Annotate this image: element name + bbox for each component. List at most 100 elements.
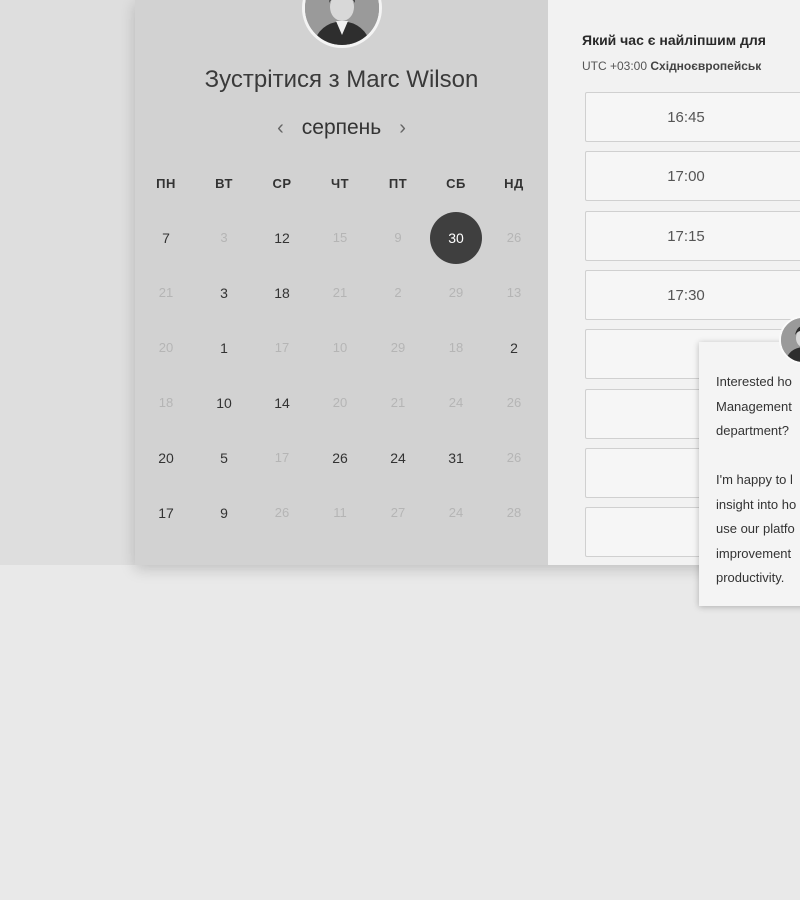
day-number: 21 — [158, 284, 174, 300]
available-day[interactable]: 7 — [137, 212, 195, 264]
unavailable-day: 9 — [369, 212, 427, 264]
time-question: Який час є найліпшим для — [582, 32, 766, 48]
available-day[interactable]: 24 — [369, 432, 427, 484]
day-number: 17 — [274, 449, 290, 465]
day-number: 29 — [448, 284, 464, 300]
timezone-name: Східноєвропейськ — [650, 59, 762, 73]
time-slot-label: 17:00 — [667, 168, 705, 186]
weekday-label: СР — [272, 176, 292, 191]
day-number: 26 — [506, 449, 522, 465]
meeting-title: Зустрітися з Marc Wilson — [204, 66, 479, 93]
day-number: 11 — [333, 504, 347, 520]
day-number: 14 — [274, 394, 290, 411]
chat-line: Management — [716, 398, 792, 414]
day-number: 17 — [274, 339, 290, 355]
day-number: 31 — [448, 449, 464, 466]
time-slot-button[interactable]: 17:15 — [585, 210, 800, 261]
unavailable-day: 20 — [311, 377, 369, 429]
weekday-header: ПН ВТ СР ЧТ ПТ СБ НД — [137, 158, 543, 210]
weekday-label: НД — [504, 176, 524, 191]
chat-line: Interested ho — [716, 374, 792, 389]
chevron-left-icon[interactable]: ‹ — [277, 116, 284, 140]
day-number: 21 — [390, 394, 406, 410]
day-number: 18 — [158, 394, 174, 410]
available-day[interactable]: 5 — [195, 432, 253, 484]
time-slot-button[interactable]: 16:45 — [585, 92, 800, 142]
available-day[interactable]: 20 — [137, 432, 195, 484]
available-day[interactable]: 9 — [195, 487, 253, 539]
unavailable-day: 11 — [311, 487, 369, 539]
current-month: серпень — [301, 116, 382, 139]
available-day[interactable]: 31 — [427, 432, 485, 484]
unavailable-day: 10 — [311, 322, 369, 374]
unavailable-day: 17 — [253, 432, 311, 484]
calendar-week: 20 1 17 10 29 18 2 — [137, 320, 543, 375]
day-number: 20 — [332, 394, 348, 410]
selected-day[interactable]: 30 — [427, 211, 485, 264]
day-number: 7 — [162, 229, 170, 246]
unavailable-day: 17 — [253, 322, 311, 374]
chat-line: productivity. — [716, 570, 785, 585]
calendar-week: 7 3 12 15 9 30 26 — [137, 210, 543, 265]
weekday-label: ПТ — [388, 176, 408, 191]
time-slot-label: 17:30 — [667, 286, 705, 304]
day-number: 10 — [332, 339, 348, 355]
day-number: 9 — [394, 229, 402, 245]
calendar-grid: ПН ВТ СР ЧТ ПТ СБ НД 7 3 12 15 9 30 26 21 3 18 21 2… — [137, 158, 543, 540]
day-number: 24 — [448, 394, 464, 410]
available-day[interactable]: 17 — [137, 487, 195, 539]
unavailable-day: 26 — [485, 377, 543, 429]
available-day[interactable]: 2 — [485, 322, 543, 374]
unavailable-day: 3 — [195, 212, 253, 264]
timezone-offset: UTC +03:00 — [582, 59, 648, 73]
available-day[interactable]: 26 — [311, 432, 369, 484]
chat-line: department? — [716, 423, 789, 438]
day-number: 15 — [332, 229, 348, 245]
time-slot-label: 16:45 — [667, 109, 705, 126]
day-number: 17 — [158, 504, 174, 521]
available-day[interactable]: 18 — [253, 267, 311, 319]
unavailable-day: 21 — [311, 267, 369, 319]
chat-line: I'm happy to l — [716, 472, 793, 487]
chat-message: Interested ho Management department? I'm… — [716, 370, 800, 591]
chevron-right-icon[interactable]: › — [399, 116, 406, 140]
unavailable-day: 27 — [369, 487, 427, 539]
day-number: 20 — [158, 339, 174, 355]
time-slot-button[interactable]: 17:00 — [585, 151, 800, 202]
weekday-label: ПН — [156, 176, 176, 191]
weekday-label: ВТ — [215, 176, 233, 191]
day-number: 2 — [510, 339, 518, 356]
day-number: 26 — [506, 229, 522, 245]
unavailable-day: 13 — [485, 267, 543, 319]
day-number: 5 — [220, 449, 228, 466]
calendar-week: 18 10 14 20 21 24 26 — [137, 375, 543, 430]
day-number: 18 — [448, 339, 464, 355]
day-number: 10 — [216, 394, 232, 411]
day-number: 29 — [390, 339, 406, 355]
available-day[interactable]: 12 — [253, 212, 311, 264]
unavailable-day: 24 — [427, 377, 485, 429]
unavailable-day: 20 — [137, 322, 195, 374]
day-number: 13 — [506, 284, 522, 300]
unavailable-day: 18 — [137, 377, 195, 429]
unavailable-day: 2 — [369, 267, 427, 319]
weekday-label: ЧТ — [330, 176, 350, 191]
chat-line: use our platfo — [716, 521, 795, 536]
available-day[interactable]: 3 — [195, 267, 253, 319]
day-number: 26 — [332, 449, 348, 466]
day-number: 2 — [394, 284, 402, 300]
timezone-selector[interactable]: UTC +03:00 Східноєвропейськ — [582, 59, 761, 73]
calendar-week: 21 3 18 21 2 29 13 — [137, 265, 543, 320]
unavailable-day: 21 — [369, 377, 427, 429]
day-number: 20 — [158, 449, 174, 466]
available-day[interactable]: 1 — [195, 322, 253, 374]
day-number: 12 — [274, 229, 290, 246]
time-slot-button[interactable]: 17:30 — [585, 269, 800, 320]
unavailable-day: 15 — [311, 212, 369, 264]
chat-popup[interactable]: Interested ho Management department? I'm… — [699, 342, 800, 606]
available-day[interactable]: 14 — [253, 377, 311, 429]
available-day[interactable]: 10 — [195, 377, 253, 429]
time-slot-label: 17:15 — [667, 227, 705, 245]
calendar-week: 20 5 17 26 24 31 26 — [137, 430, 543, 485]
weekday-label: СБ — [446, 176, 466, 191]
